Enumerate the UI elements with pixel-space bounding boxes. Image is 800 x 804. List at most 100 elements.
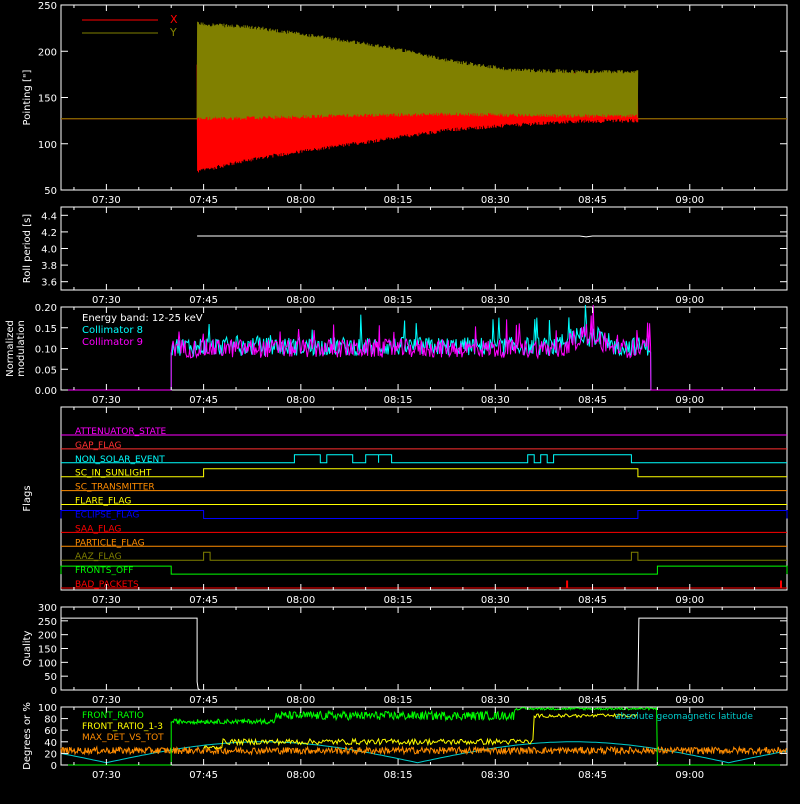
ratios-xtick-label: 08:45 — [578, 770, 607, 781]
modulation-xtick-label: 08:00 — [286, 395, 315, 406]
chart-figure: 50 100 150 200 250 07:30 07:45 08:00 08:15 08:30 0… — [0, 0, 800, 800]
quality-xtick-label: 08:45 — [578, 695, 607, 706]
flags-xtick-label: 08:30 — [481, 595, 510, 606]
quality-xtick-label: 07:30 — [92, 695, 121, 706]
quality-ytick-label: 100 — [38, 658, 57, 669]
pointing-ytick-label: 100 — [38, 140, 57, 151]
roll-series — [197, 235, 787, 238]
flags-ylabel: Flags — [22, 485, 33, 511]
pointing-ylabel-group: Pointing ["] — [22, 69, 33, 125]
pointing-xtick-label: 09:00 — [675, 195, 704, 206]
modulation-xtick-label: 08:15 — [384, 395, 413, 406]
ratios-ytick-label: 0 — [51, 761, 57, 772]
pointing-ytick-label: 150 — [38, 94, 57, 105]
flags-xtick-label: 07:45 — [189, 595, 218, 606]
pointing-xtick-label: 08:00 — [286, 195, 315, 206]
chart-svg: 50 100 150 200 250 07:30 07:45 08:00 08:15 08:30 0… — [5, 1, 788, 781]
roll-xtick-label: 08:00 — [286, 295, 315, 306]
flag-label-aaz-flag: AAZ_FLAG — [75, 552, 122, 562]
modulation-ylabel-group: Normalized modulation — [5, 320, 27, 377]
flags-xtick-label: 08:00 — [286, 595, 315, 606]
ratios-ylabel: Degrees or % — [22, 702, 33, 770]
roll-xtick-label: 07:30 — [92, 295, 121, 306]
quality-xtick-label: 08:00 — [286, 695, 315, 706]
flags-ylabel-group: Flags — [22, 485, 33, 511]
flags-frame — [60, 406, 788, 591]
quality-xtick-label: 08:30 — [481, 695, 510, 706]
ratios-ytick-label: 60 — [44, 726, 57, 737]
flag-label-non-solar-event: NON_SOLAR_EVENT — [75, 455, 165, 465]
modulation-annotation: Energy band: 12-25 keV — [82, 313, 203, 324]
modulation-xtick-label: 07:30 — [92, 395, 121, 406]
roll-ytick-label: 4.0 — [41, 245, 57, 256]
ratios-ytick-label: 100 — [38, 703, 57, 714]
ratios-legend-latitude: absolute geomagnetic latitude — [615, 712, 753, 722]
ratios-ytick-label: 80 — [44, 715, 57, 726]
roll-ylabel: Roll period [s] — [22, 214, 33, 283]
pointing-xtick-label: 08:15 — [384, 195, 413, 206]
pointing-xtick-label: 07:30 — [92, 195, 121, 206]
ratios-xtick-label: 08:15 — [384, 770, 413, 781]
flag-label-flare-flag: FLARE_FLAG — [75, 497, 131, 507]
modulation-xtick-label: 09:00 — [675, 395, 704, 406]
modulation-ytick-label: 0.15 — [35, 324, 57, 335]
pointing-xtick-label: 07:45 — [189, 195, 218, 206]
modulation-legend-8: Collimator 8 — [82, 325, 143, 336]
roll-frame — [60, 206, 788, 291]
modulation-legend-9: Collimator 9 — [82, 337, 143, 348]
modulation-xtick-label: 08:45 — [578, 395, 607, 406]
modulation-ylabel: Normalized — [5, 320, 16, 377]
flag-label-attenuator-state: ATTENUATOR_STATE — [75, 427, 167, 437]
pointing-series-y — [196, 21, 639, 121]
legend-label-y: Y — [169, 26, 177, 39]
modulation-ytick-label: 0.20 — [35, 303, 57, 314]
modulation-xtick-label: 08:30 — [481, 395, 510, 406]
flag-line-eclipse-flag — [60, 510, 788, 519]
quality-xtick-label: 09:00 — [675, 695, 704, 706]
roll-xtick-label: 08:30 — [481, 295, 510, 306]
flag-label-saa-flag: SAA_FLAG — [75, 524, 121, 534]
pointing-ytick-label: 50 — [44, 186, 57, 197]
modulation-xtick-label: 07:45 — [189, 395, 218, 406]
flags-xtick-label: 09:00 — [675, 595, 704, 606]
roll-ytick-label: 3.6 — [41, 278, 57, 289]
flag-label-bad-packets: BAD_PACKETS — [75, 580, 139, 590]
flags-xtick-label: 08:45 — [578, 595, 607, 606]
pointing-ytick-label: 250 — [38, 1, 57, 12]
ratios-series-max-det — [60, 745, 787, 756]
ratios-ytick-label: 20 — [44, 749, 57, 760]
flag-label-sc-in-sunlight: SC_IN_SUNLIGHT — [75, 469, 152, 479]
flag-line-aaz-flag — [61, 551, 787, 561]
legend-label-x: X — [170, 13, 178, 26]
ratios-xtick-label: 08:00 — [286, 770, 315, 781]
flag-label-particle-flag: PARTICLE_FLAG — [75, 538, 145, 548]
ratios-legend-front-ratio: FRONT_RATIO — [82, 711, 144, 721]
quality-frame — [60, 606, 788, 691]
ratios-xtick-label: 07:45 — [189, 770, 218, 781]
quality-series — [61, 617, 787, 691]
modulation-ytick-label: 0.10 — [35, 345, 57, 356]
flag-line-non-solar-event — [61, 454, 787, 464]
ratios-legend-front-ratio-1-3: FRONT_RATIO_1-3 — [82, 722, 163, 732]
roll-xtick-label: 08:15 — [384, 295, 413, 306]
flag-label-gap-flag: GAP_FLAG — [75, 441, 121, 451]
ratios-xtick-label: 08:30 — [481, 770, 510, 781]
ratios-xtick-label: 07:30 — [92, 770, 121, 781]
roll-ylabel-group: Roll period [s] — [22, 214, 33, 283]
flags-xtick-label: 07:30 — [92, 595, 121, 606]
modulation-ylabel: modulation — [16, 320, 27, 377]
flag-line-fronts-off — [60, 565, 788, 575]
quality-ytick-label: 50 — [44, 672, 57, 683]
roll-ytick-label: 3.8 — [41, 261, 57, 272]
ratios-ylabel-group: Degrees or % — [22, 702, 33, 770]
ratios-xtick-label: 09:00 — [675, 770, 704, 781]
roll-xtick-label: 07:45 — [189, 295, 218, 306]
roll-ytick-label: 4.4 — [41, 211, 57, 222]
flag-line-sc-in-sunlight — [61, 468, 787, 478]
quality-ytick-label: 150 — [38, 645, 57, 656]
pointing-ylabel: Pointing ["] — [22, 69, 33, 125]
quality-ytick-label: 200 — [38, 631, 57, 642]
pointing-xtick-label: 08:30 — [481, 195, 510, 206]
pointing-ytick-label: 200 — [38, 47, 57, 58]
modulation-ytick-label: 0.05 — [35, 365, 57, 376]
